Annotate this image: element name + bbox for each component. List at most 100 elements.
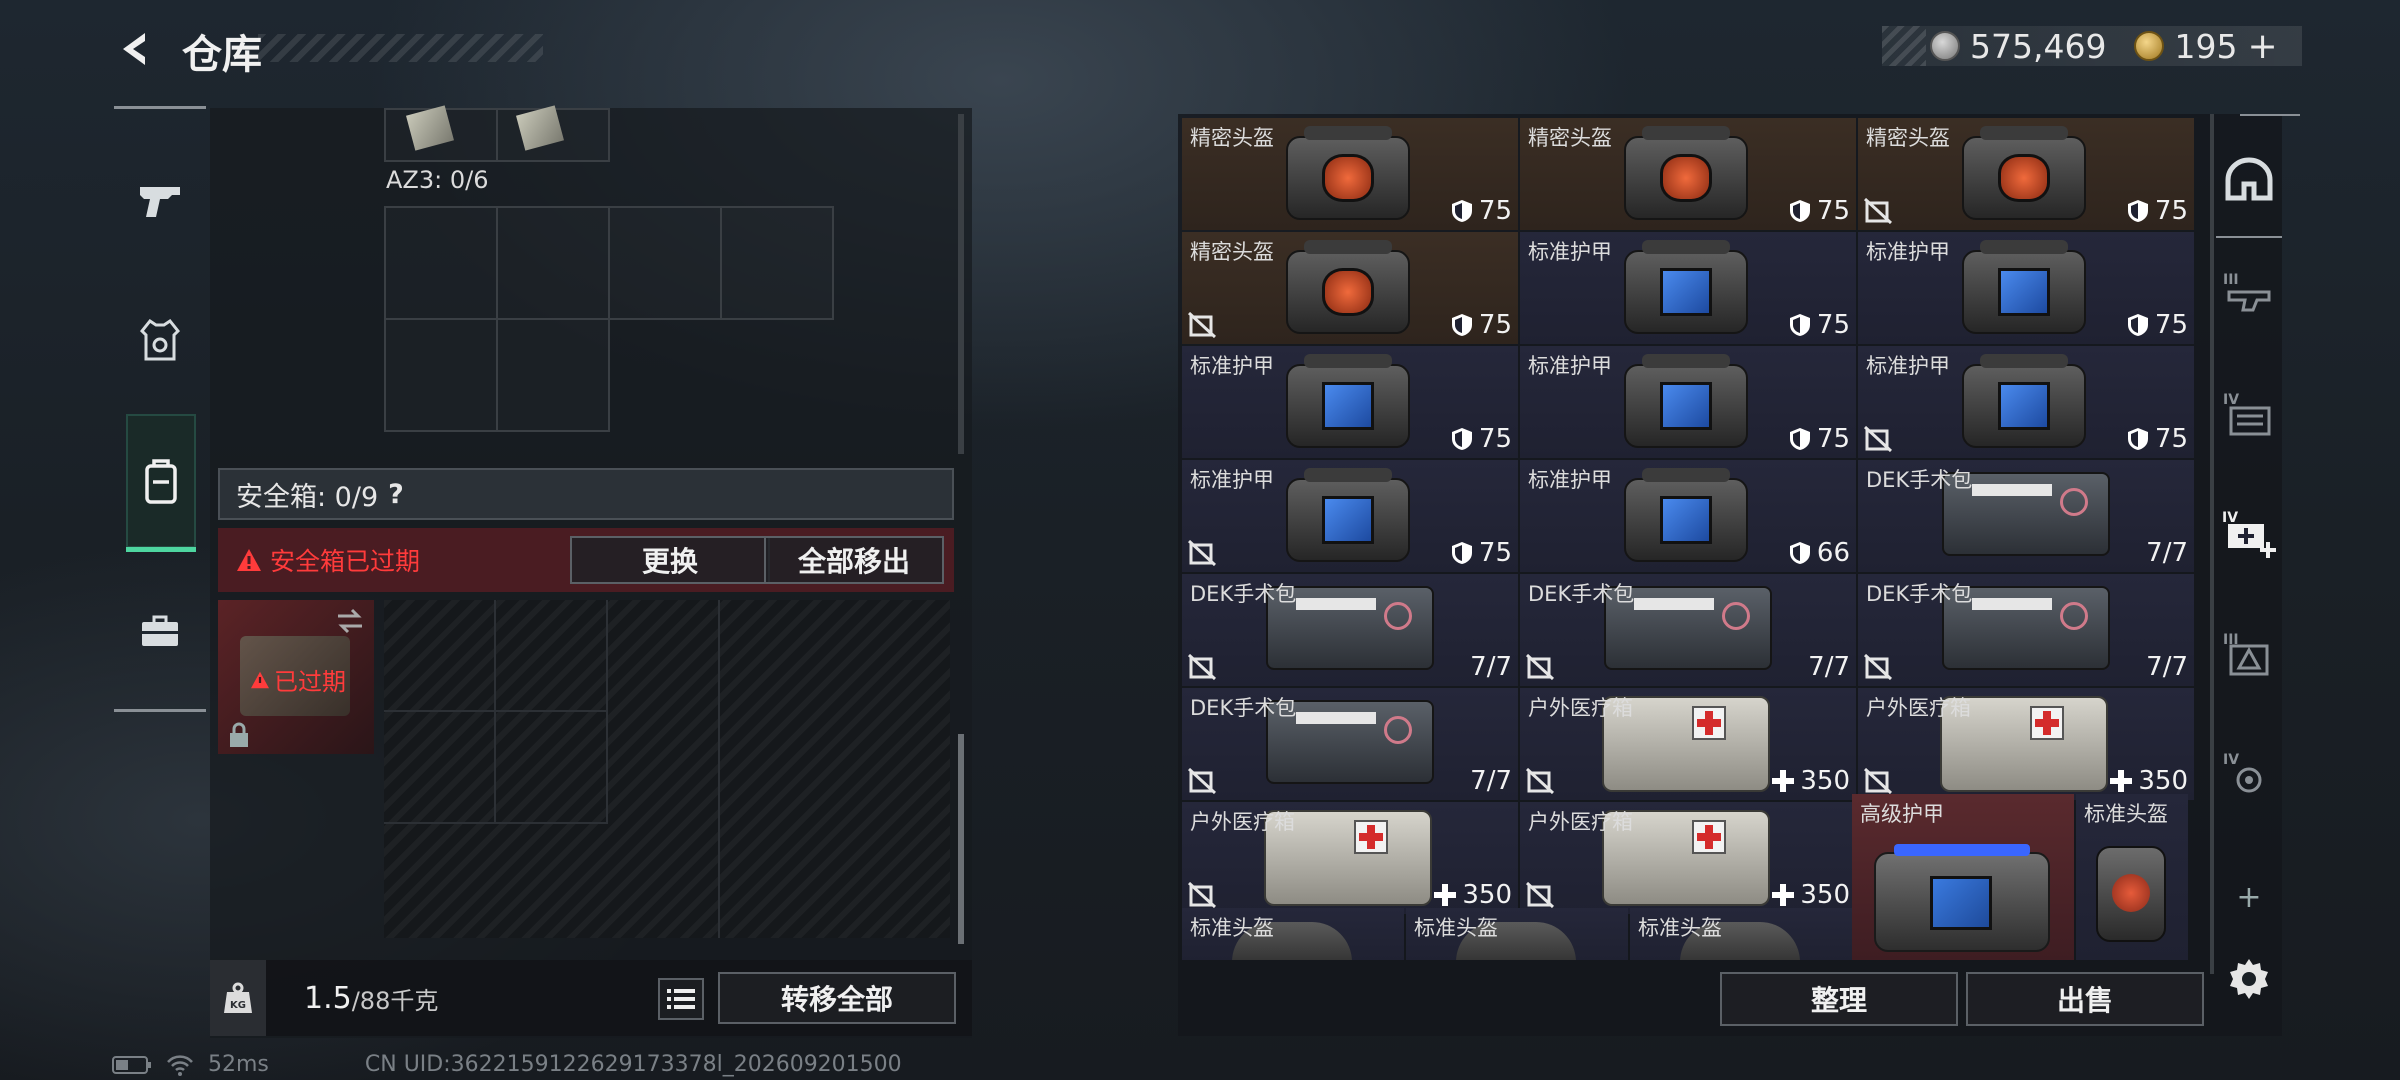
- add-filter-button[interactable]: +: [2218, 866, 2280, 928]
- filter-tier4-parts[interactable]: IV: [2218, 742, 2280, 804]
- item-name: DEK手术包: [1866, 468, 1973, 492]
- inventory-item[interactable]: 标准护甲 75: [1858, 346, 2194, 458]
- no-trade-marker: [1864, 198, 1892, 224]
- replace-button[interactable]: 更换: [570, 536, 770, 584]
- safebox-slot[interactable]: [496, 712, 608, 824]
- safebox-slot[interactable]: [384, 712, 496, 824]
- nav-backpack[interactable]: [126, 414, 196, 552]
- kg-label: KG: [230, 1000, 246, 1011]
- remove-all-button[interactable]: 全部移出: [764, 536, 944, 584]
- inventory-item[interactable]: 标准护甲 75: [1520, 346, 1856, 458]
- inventory-item[interactable]: 标准头盔: [1406, 908, 1628, 960]
- battery-icon: [112, 1055, 151, 1074]
- filter-helmet[interactable]: [2218, 148, 2280, 210]
- filter-tier4-armor[interactable]: IV: [2218, 382, 2280, 444]
- helmet-bag-art: [1286, 240, 1410, 338]
- inventory-item[interactable]: DEK手术包 7/7: [1182, 574, 1518, 686]
- armor-vest-icon: [140, 319, 180, 361]
- shield-icon: [1451, 314, 1472, 336]
- no-trade-marker: [1526, 882, 1554, 908]
- nav-divider-top: [114, 106, 206, 109]
- filter-tier4-medkit[interactable]: IV: [2218, 502, 2280, 564]
- az3-slot[interactable]: [608, 206, 722, 320]
- safebox-slot[interactable]: [384, 600, 496, 712]
- inventory-item[interactable]: 标准护甲 75: [1858, 232, 2194, 344]
- tier4-parts-icon: IV: [2223, 752, 2262, 793]
- inventory-item[interactable]: 户外医疗箱 350: [1520, 802, 1856, 914]
- filter-tier3-gun[interactable]: III: [2218, 262, 2280, 324]
- silver-coin-icon[interactable]: [1930, 31, 1960, 61]
- item-value: 75: [2127, 310, 2188, 340]
- az3-slot[interactable]: [496, 318, 610, 432]
- item-name: 标准护甲: [1190, 354, 1274, 378]
- inventory-item[interactable]: 精密头盔 75: [1182, 232, 1518, 344]
- item-name: 标准护甲: [1528, 240, 1612, 264]
- nav-gear[interactable]: [114, 296, 206, 386]
- title-stripe: [258, 34, 543, 62]
- item-name: 精密头盔: [1866, 126, 1950, 150]
- shield-icon: [2127, 428, 2148, 450]
- list-icon: [667, 989, 695, 1009]
- safebox-thumbnail[interactable]: 已过期: [218, 600, 374, 754]
- inventory-item[interactable]: 户外医疗箱 350: [1520, 688, 1856, 800]
- inventory-item[interactable]: DEK手术包 7/7: [1858, 460, 2194, 572]
- no-trade-marker: [1188, 654, 1216, 680]
- item-name: 标准头盔: [1638, 916, 1722, 940]
- inventory-item[interactable]: 标准头盔: [1630, 908, 1852, 960]
- scroll-track[interactable]: [958, 114, 964, 454]
- inventory-item[interactable]: DEK手术包 7/7: [1182, 688, 1518, 800]
- safebox-slot[interactable]: [608, 600, 720, 938]
- sell-button[interactable]: 出售: [1966, 972, 2204, 1026]
- nav-divider-bottom: [114, 709, 206, 712]
- sort-button[interactable]: 整理: [1720, 972, 1958, 1026]
- item-name: 标准护甲: [1528, 354, 1612, 378]
- inventory-item[interactable]: 标准护甲 75: [1182, 460, 1518, 572]
- nav-toolbox[interactable]: [114, 586, 206, 676]
- inventory-item-standard-helmet[interactable]: 标准头盔: [2076, 794, 2188, 960]
- swap-icon[interactable]: [334, 608, 366, 634]
- shield-icon: [1451, 428, 1472, 450]
- inventory-item[interactable]: DEK手术包 7/7: [1858, 574, 2194, 686]
- az3-slot[interactable]: [720, 206, 834, 320]
- gold-add-button[interactable]: +: [2247, 26, 2277, 67]
- no-trade-marker: [1188, 882, 1216, 908]
- safebox-header: 安全箱: 0/9 ?: [218, 468, 954, 520]
- item-value: 75: [1789, 196, 1850, 226]
- az3-slot[interactable]: [384, 206, 498, 320]
- az3-slot[interactable]: [496, 206, 610, 320]
- inventory-item[interactable]: 标准护甲 66: [1520, 460, 1856, 572]
- inventory-item[interactable]: 标准护甲 75: [1520, 232, 1856, 344]
- expired-message: 安全箱已过期: [270, 547, 421, 576]
- silver-amount: 575,469: [1970, 26, 2107, 66]
- help-button[interactable]: ?: [388, 479, 404, 510]
- inventory-item[interactable]: 精密头盔 75: [1858, 118, 2194, 230]
- item-value-text: 75: [2154, 196, 2188, 226]
- scrollbar-thumb[interactable]: [958, 734, 964, 944]
- inventory-item[interactable]: 精密头盔 75: [1182, 118, 1518, 230]
- inventory-item[interactable]: 精密头盔 75: [1520, 118, 1856, 230]
- gold-coin-icon[interactable]: [2134, 31, 2165, 61]
- inventory-item[interactable]: 户外医疗箱 350: [1182, 802, 1518, 914]
- inventory-item[interactable]: DEK手术包 7/7: [1520, 574, 1856, 686]
- item-value: 75: [2127, 424, 2188, 454]
- no-trade-icon: [1526, 768, 1554, 794]
- safebox-grid[interactable]: [384, 600, 950, 938]
- shield-icon: [2127, 200, 2148, 222]
- nav-weapons[interactable]: [114, 156, 206, 246]
- inventory-item[interactable]: 标准头盔: [1182, 908, 1404, 960]
- inventory-item-advanced-armor[interactable]: 高级护甲: [1852, 794, 2074, 960]
- transfer-all-button[interactable]: 转移全部: [718, 972, 956, 1024]
- item-name: 户外医疗箱: [1866, 696, 1971, 720]
- tier3-gun-icon: III: [2223, 272, 2271, 312]
- inventory-item[interactable]: 户外医疗箱 350: [1858, 688, 2194, 800]
- list-view-button[interactable]: [658, 978, 704, 1020]
- back-button[interactable]: [112, 26, 158, 72]
- item-value-text: 350: [1800, 880, 1850, 910]
- az3-slot[interactable]: [384, 318, 498, 432]
- settings-button[interactable]: [2218, 948, 2280, 1010]
- inventory-item[interactable]: 标准护甲 75: [1182, 346, 1518, 458]
- safebox-slot[interactable]: [496, 600, 608, 712]
- filter-tier3-item[interactable]: III: [2218, 622, 2280, 684]
- item-name: 户外医疗箱: [1190, 810, 1295, 834]
- item-name: DEK手术包: [1190, 696, 1297, 720]
